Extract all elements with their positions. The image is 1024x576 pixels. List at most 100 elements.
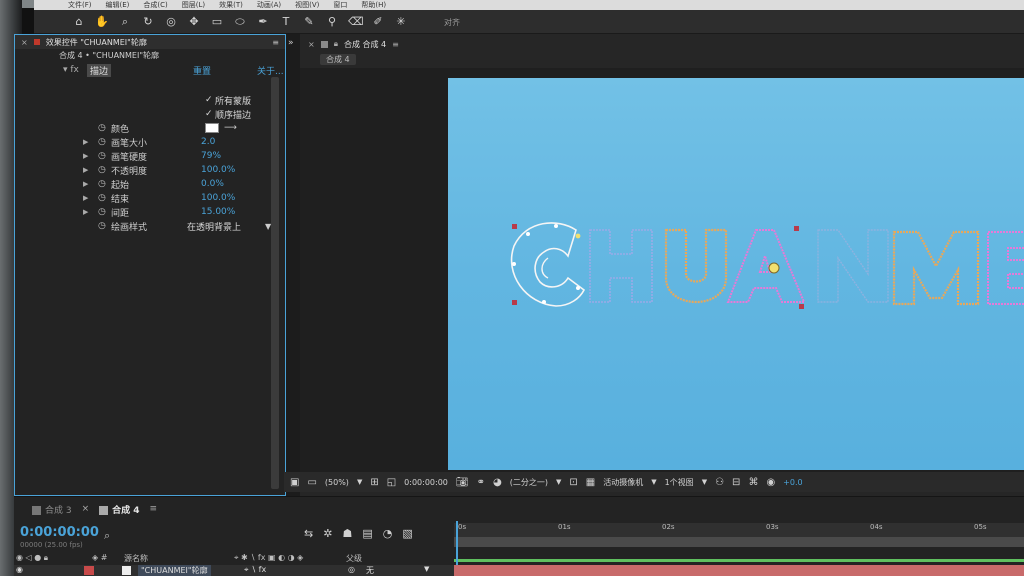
- stopwatch-icon[interactable]: ◷: [98, 151, 106, 161]
- chevron-down-icon[interactable]: ▼: [702, 478, 707, 486]
- panel-menu-icon[interactable]: ≡: [272, 38, 279, 47]
- stopwatch-icon[interactable]: ◷: [98, 165, 106, 175]
- comp-mini-flowchart-icon[interactable]: ⇆: [304, 527, 313, 540]
- expand-triangle-icon[interactable]: ▶: [83, 194, 88, 202]
- resolution-dropdown[interactable]: (二分之一): [510, 477, 548, 488]
- sequential-checkbox[interactable]: ✓: [205, 109, 213, 119]
- transparency-grid-icon[interactable]: ▦: [586, 477, 595, 488]
- brush-tool-icon[interactable]: ✎: [302, 15, 316, 28]
- views-dropdown[interactable]: 1个视图: [665, 477, 694, 488]
- camera-tool-icon[interactable]: ◎: [164, 15, 178, 28]
- menu-help[interactable]: 帮助(H): [361, 0, 386, 10]
- lock-icon[interactable]: 🔒︎: [334, 39, 338, 49]
- close-icon[interactable]: ×: [21, 38, 28, 47]
- menu-edit[interactable]: 编辑(E): [106, 0, 130, 10]
- menu-view[interactable]: 视图(V): [295, 0, 319, 10]
- work-area-bar[interactable]: [454, 537, 1024, 547]
- stopwatch-icon[interactable]: ◷: [98, 221, 106, 231]
- graph-editor-icon[interactable]: ▧: [402, 527, 412, 540]
- motion-blur-icon[interactable]: ◔: [383, 527, 393, 540]
- zoom-dropdown[interactable]: (50%): [325, 478, 349, 487]
- fx-tab-title[interactable]: 效果控件 "CHUANMEI"轮廓: [46, 37, 147, 48]
- shy-icon[interactable]: ☗: [342, 527, 352, 540]
- region-of-interest-icon[interactable]: ⊡: [569, 477, 577, 488]
- menu-file[interactable]: 文件(F): [68, 0, 92, 10]
- parent-dropdown[interactable]: 无: [366, 565, 374, 576]
- show-snapshot-icon[interactable]: ⚭: [477, 477, 485, 488]
- layer-duration-bar[interactable]: [454, 565, 1024, 576]
- close-icon[interactable]: ×: [308, 40, 315, 49]
- reset-button[interactable]: 重置: [193, 64, 211, 77]
- region-icon[interactable]: ▣: [290, 477, 299, 488]
- menu-layer[interactable]: 图层(L): [182, 0, 205, 10]
- pan-behind-icon[interactable]: ✥: [187, 15, 201, 28]
- menu-composition[interactable]: 合成(C): [143, 0, 167, 10]
- label-color-icon[interactable]: [84, 566, 94, 575]
- stopwatch-icon[interactable]: ◷: [98, 179, 106, 189]
- lock-icon[interactable]: [33, 39, 40, 45]
- parent-header[interactable]: 父级: [346, 553, 362, 564]
- layer-switches-icons[interactable]: ⌖ ∖ fx: [244, 565, 266, 575]
- time-ruler[interactable]: 0s 01s 02s 03s 04s 05s: [454, 523, 1024, 537]
- tab-comp-3[interactable]: 合成 3: [32, 503, 72, 516]
- eye-icon[interactable]: ◉: [16, 565, 23, 574]
- text-tool-icon[interactable]: T: [279, 15, 293, 28]
- fx-name[interactable]: 描边: [87, 63, 112, 77]
- layer-name[interactable]: "CHUANMEI"轮廓: [138, 565, 211, 576]
- stopwatch-icon[interactable]: ◷: [98, 137, 106, 147]
- toolbar-align-label[interactable]: 对齐: [444, 17, 460, 28]
- paint-style-dropdown[interactable]: 在透明背景上: [187, 220, 241, 233]
- chevron-down-icon[interactable]: ▼: [357, 478, 362, 486]
- hand-tool-icon[interactable]: ✋: [95, 15, 109, 28]
- timeline-icon[interactable]: ⊟: [732, 477, 740, 488]
- exposure-value[interactable]: +0.0: [783, 478, 802, 487]
- rotate-tool-icon[interactable]: ↻: [141, 15, 155, 28]
- snapshot-icon[interactable]: 📷︎: [456, 477, 469, 488]
- expand-triangle-icon[interactable]: ▶: [83, 138, 88, 146]
- double-chevron-icon[interactable]: »: [288, 38, 294, 48]
- zoom-tool-icon[interactable]: ⌕: [118, 15, 132, 29]
- rectangle-tool-icon[interactable]: ▭: [210, 15, 224, 28]
- color-swatch[interactable]: [205, 123, 219, 133]
- stopwatch-icon[interactable]: ◷: [98, 193, 106, 203]
- prop-value[interactable]: 2.0: [201, 137, 215, 147]
- comp-tab-title[interactable]: 合成 合成 4: [344, 39, 386, 50]
- eraser-tool-icon[interactable]: ⌫: [348, 15, 364, 28]
- prop-value[interactable]: 79%: [201, 151, 221, 161]
- prop-value[interactable]: 100.0%: [201, 165, 235, 175]
- pen-tool-icon[interactable]: ✒: [256, 15, 270, 28]
- channel-icon[interactable]: ◕: [493, 477, 502, 488]
- monitor-icon[interactable]: ▭: [307, 477, 316, 488]
- about-button[interactable]: 关于...: [257, 64, 284, 77]
- source-name-header[interactable]: 源名称: [124, 553, 148, 564]
- panel-menu-icon[interactable]: ≡: [392, 40, 399, 49]
- comp-flowchart-icon[interactable]: ⌘: [748, 477, 758, 488]
- pickwhip-icon[interactable]: ◎: [348, 565, 355, 574]
- camera-dropdown[interactable]: 活动摄像机: [603, 477, 643, 488]
- fx-scrollbar[interactable]: [271, 77, 279, 489]
- ellipse-tool-icon[interactable]: ⬭: [233, 15, 247, 29]
- chevron-down-icon[interactable]: ▼: [651, 478, 656, 486]
- menu-effect[interactable]: 效果(T): [219, 0, 243, 10]
- home-icon[interactable]: ⌂: [72, 15, 86, 28]
- fast-preview-icon[interactable]: ⚇: [715, 477, 724, 488]
- reset-exposure-icon[interactable]: ◉: [766, 477, 775, 488]
- chevron-down-icon[interactable]: ▼: [556, 478, 561, 486]
- draft-3d-icon[interactable]: ✲: [323, 527, 332, 540]
- frame-blend-icon[interactable]: ▤: [362, 527, 372, 540]
- mask-visibility-icon[interactable]: ◱: [387, 477, 396, 488]
- expand-triangle-icon[interactable]: ▶: [83, 152, 88, 160]
- eyedropper-icon[interactable]: ⟶: [224, 123, 237, 133]
- search-icon[interactable]: ⌕: [104, 529, 110, 543]
- expand-triangle-icon[interactable]: ▶: [83, 166, 88, 174]
- prop-value[interactable]: 15.00%: [201, 207, 235, 217]
- prop-value[interactable]: 100.0%: [201, 193, 235, 203]
- stopwatch-icon[interactable]: ◷: [98, 207, 106, 217]
- comp-canvas[interactable]: [448, 78, 1024, 470]
- stopwatch-icon[interactable]: ◷: [98, 123, 106, 133]
- panel-menu-icon[interactable]: ≡: [150, 504, 158, 514]
- clone-stamp-icon[interactable]: ⚲: [325, 15, 339, 28]
- menu-window[interactable]: 窗口: [333, 0, 347, 10]
- current-time-display[interactable]: 0:00:00:00: [20, 525, 99, 540]
- layer-row[interactable]: ◉ "CHUANMEI"轮廓 ⌖ ∖ fx ◎ 无 ▼: [14, 565, 454, 576]
